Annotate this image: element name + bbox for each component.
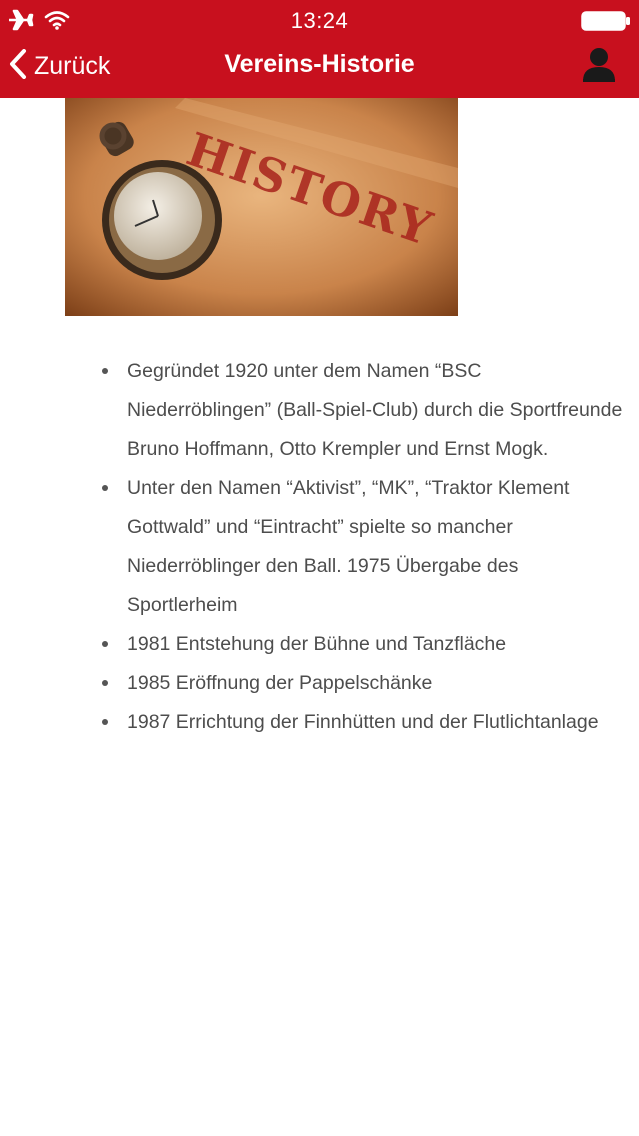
bullet-icon [102,680,108,686]
history-item-text: 1985 Eröffnung der Pappelschänke [127,672,433,694]
bullet-icon [102,368,108,374]
history-item-text: Gegründet 1920 unter dem Namen “BSC Nied… [127,360,623,460]
history-item-text: 1981 Entstehung der Bühne und Tanzfläche [127,633,507,655]
profile-icon[interactable] [581,45,617,90]
page-title: Vereins-Historie [224,50,415,78]
list-item: 1981 Entstehung der Bühne und Tanzfläche [100,625,630,664]
history-list: Gegründet 1920 unter dem Namen “BSC Nied… [100,352,630,742]
history-item-text: Unter den Namen “Aktivist”, “MK”, “Trakt… [127,477,570,616]
history-item-text: 1987 Errichtung der Finnhütten und der F… [127,711,599,733]
status-time: 13:24 [290,8,349,33]
battery-icon [581,11,631,36]
list-item: 1987 Errichtung der Finnhütten und der F… [100,703,630,742]
bullet-icon [102,485,108,491]
navigation-bar: Zurück Vereins-Historie [0,40,639,98]
bullet-icon [102,719,108,725]
history-hero-image: HISTORY [65,98,458,316]
list-item: 1985 Eröffnung der Pappelschänke [100,664,630,703]
bullet-icon [102,641,108,647]
status-bar: 13:24 [0,0,639,40]
list-item: Gegründet 1920 unter dem Namen “BSC Nied… [100,352,630,469]
list-item: Unter den Namen “Aktivist”, “MK”, “Trakt… [100,469,630,625]
top-bar: 13:24 Zurück Vereins-Historie [0,0,639,98]
